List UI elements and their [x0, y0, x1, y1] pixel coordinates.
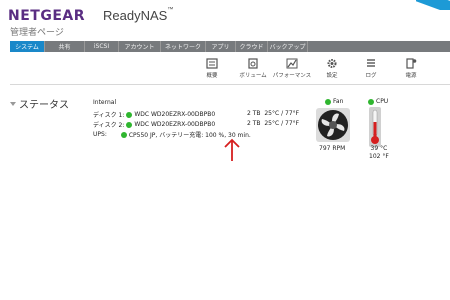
disk-model: WDC WD20EZRX-00DBPB0 [134, 111, 216, 118]
disk-row: ディスク 1: WDC WD20EZRX-00DBPB0 [93, 110, 215, 119]
collapse-caret-icon [10, 101, 16, 106]
status-ok-icon [368, 98, 374, 105]
disk-capacity-temp: 2 TB 25°C / 77°F [247, 120, 300, 127]
cpu-temperature: 39 °C 102 °F [369, 145, 389, 160]
toolbar-power[interactable]: 電源 [391, 56, 431, 79]
status-ok-icon [325, 98, 331, 105]
performance-icon [286, 58, 298, 69]
tab-apps[interactable]: アプリ [206, 41, 236, 52]
overview-icon [206, 58, 218, 69]
toolbar-volume[interactable]: ボリューム [233, 56, 273, 79]
internal-section-label: Internal [93, 99, 117, 106]
toolbar-performance[interactable]: パフォーマンス [272, 56, 312, 79]
cpu-status: CPU [366, 98, 388, 105]
settings-icon [327, 59, 337, 68]
tab-system[interactable]: システム [10, 41, 45, 52]
system-toolbar: 概要 ボリューム パフォーマンス 設定 ログ 電源 [0, 56, 450, 82]
ups-label: UPS: [93, 131, 107, 138]
toolbar-volume-label: ボリューム [239, 73, 267, 79]
toolbar-overview-label: 概要 [206, 73, 218, 79]
thermometer-icon [369, 107, 381, 147]
cpu-label: CPU [376, 98, 389, 105]
tab-network[interactable]: ネットワーク [161, 41, 206, 52]
status-ok-icon [126, 121, 133, 128]
fan-status: Fan [323, 98, 343, 105]
toolbar-log[interactable]: ログ [351, 56, 391, 79]
disk-label: ディスク 1: [93, 112, 125, 119]
toolbar-performance-label: パフォーマンス [272, 73, 312, 79]
brand-logo: NETGEAR [8, 8, 85, 24]
fan-rpm: 797 RPM [319, 145, 346, 152]
disk-row: ディスク 2: WDC WD20EZRX-00DBPB0 [93, 120, 215, 129]
power-icon [406, 58, 417, 69]
disk-model: WDC WD20EZRX-00DBPB0 [134, 121, 216, 128]
toolbar-settings[interactable]: 設定 [312, 56, 352, 79]
product-name: ReadyNAS™ [103, 7, 174, 23]
page-subtitle: 管理者ページ [10, 28, 64, 38]
fan-icon [316, 108, 350, 142]
annotation-arrow-up-icon [224, 138, 240, 161]
toolbar-power-label: 電源 [405, 73, 417, 79]
volume-icon [248, 58, 258, 69]
log-icon [367, 59, 375, 67]
status-heading-label: ステータス [19, 100, 69, 111]
status-heading[interactable]: ステータス [10, 96, 69, 111]
toolbar-divider [10, 84, 450, 85]
tab-accounts[interactable]: アカウント [119, 41, 161, 52]
disk-label: ディスク 2: [93, 122, 125, 129]
toolbar-settings-label: 設定 [326, 73, 338, 79]
fan-label: Fan [333, 98, 344, 105]
tab-backup[interactable]: バックアップ [268, 41, 308, 52]
toolbar-log-label: ログ [365, 73, 377, 79]
status-ok-icon [120, 131, 127, 138]
status-ok-icon [126, 111, 133, 118]
tab-iscsi[interactable]: iSCSI [85, 41, 119, 52]
disk-capacity-temp: 2 TB 25°C / 77°F [247, 110, 300, 117]
tab-shares[interactable]: 共有 [45, 41, 85, 52]
tab-cloud[interactable]: クラウド [236, 41, 268, 52]
main-nav: システム 共有 iSCSI アカウント ネットワーク アプリ クラウド バックア… [10, 41, 450, 52]
header-corner-stripe [416, 0, 450, 10]
toolbar-overview[interactable]: 概要 [192, 56, 232, 79]
